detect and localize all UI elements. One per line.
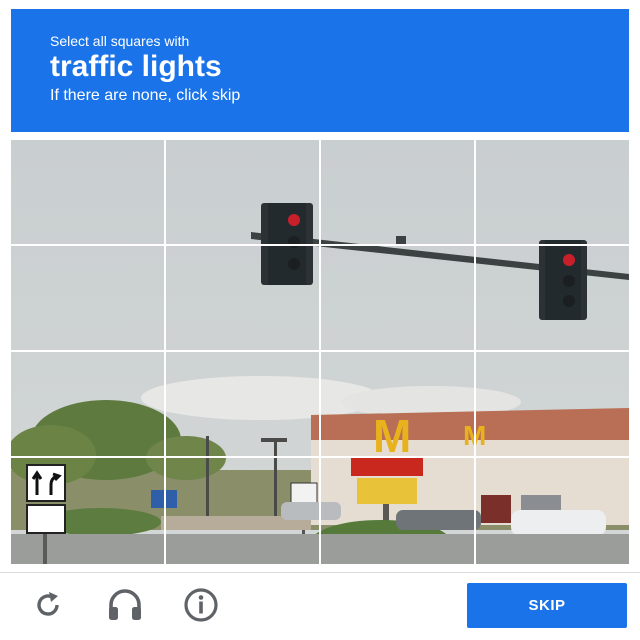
grid-tile-r4-c3[interactable] [321,458,474,564]
challenge-instruction: Select all squares with [50,33,190,49]
captcha-challenge-frame: Select all squares with traffic lights I… [0,0,640,640]
reload-button[interactable] [28,586,68,626]
grid-divider [11,244,629,246]
grid-tile-r4-c1[interactable] [11,458,164,564]
grid-tile-r1-c4[interactable] [476,140,629,244]
grid-tile-r4-c2[interactable] [166,458,319,564]
grid-divider [11,456,629,458]
grid-tile-r1-c3[interactable] [321,140,474,244]
grid-tile-r1-c2[interactable] [166,140,319,244]
skip-button[interactable]: SKIP [467,583,627,628]
grid-divider [11,350,629,352]
challenge-target-object: traffic lights [50,50,222,83]
grid-tile-r2-c4[interactable] [476,246,629,350]
challenge-header: Select all squares with traffic lights I… [11,9,629,132]
challenge-hint: If there are none, click skip [50,87,241,104]
reload-icon [30,587,66,626]
grid-tile-r2-c2[interactable] [166,246,319,350]
info-button[interactable] [181,586,221,626]
audio-challenge-button[interactable] [105,586,145,626]
grid-tile-r2-c3[interactable] [321,246,474,350]
grid-tile-r1-c1[interactable] [11,140,164,244]
grid-tile-r3-c1[interactable] [11,352,164,456]
grid-divider [164,140,166,564]
grid-tile-r3-c4[interactable] [476,352,629,456]
grid-tile-r4-c4[interactable] [476,458,629,564]
grid-divider [474,140,476,564]
grid-tile-r3-c3[interactable] [321,352,474,456]
grid-tile-r2-c1[interactable] [11,246,164,350]
audio-headphones-icon [105,585,145,628]
grid-tile-r3-c2[interactable] [166,352,319,456]
footer-divider [0,572,640,573]
grid-divider [319,140,321,564]
info-icon [181,585,221,628]
image-grid: M M [11,140,629,564]
